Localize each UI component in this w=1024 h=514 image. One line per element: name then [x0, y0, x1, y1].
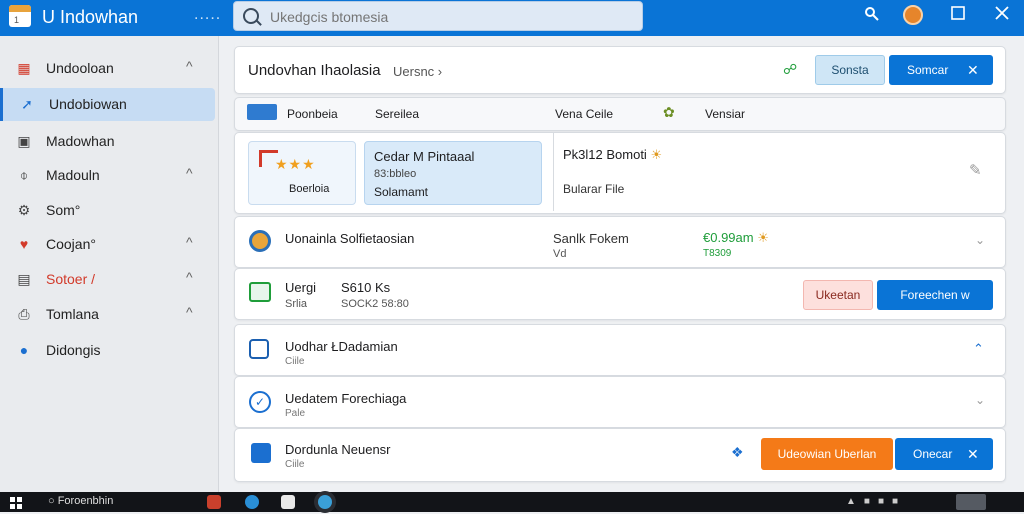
list-item[interactable]: Uodhar ŁDadamian Ciile ⌃ — [234, 324, 1006, 376]
heart-icon: ♥ — [19, 236, 29, 252]
rating-tile[interactable]: ★★★ Boerloia — [248, 141, 356, 205]
chevron-up-icon[interactable]: ⌃ — [973, 341, 984, 357]
star-rating: ★★★ — [275, 156, 316, 172]
somcar-button[interactable]: Somcar ✕ — [889, 55, 993, 85]
pencil-icon[interactable]: ✎ — [969, 161, 982, 179]
chevron-up-icon[interactable]: ^ — [186, 304, 193, 320]
key-icon[interactable] — [858, 4, 886, 28]
sidebar-item-madowhan[interactable]: ▣ Madowhan — [0, 125, 212, 158]
tab-vena-ceile[interactable]: Vena Ceile — [555, 107, 613, 121]
tray-icons[interactable]: ▲■■■ — [846, 496, 906, 507]
sidebar-item-undobiowan[interactable]: ➚ Undobiowan — [0, 88, 215, 121]
column-header-row: Poonbeia Sereilea Vena Ceile ✿ Vensiar — [234, 97, 1006, 131]
windows-start-icon[interactable] — [10, 496, 22, 509]
onecar-button[interactable]: Onecar ✕ — [895, 438, 993, 470]
gear-icon: ⚙ — [17, 202, 31, 218]
title-bar: 1 U Indowhan ..... — [0, 0, 1024, 36]
badge-icon — [249, 230, 271, 252]
sidebar-item-didongis[interactable]: ● Didongis — [0, 334, 212, 367]
highlight-tile[interactable]: Cedar M Pintaaal 83:bbleo Solamamt — [364, 141, 542, 205]
breadcrumb[interactable]: Uersnc › — [393, 64, 442, 79]
amount-value: €0.99am ☀ — [703, 230, 769, 245]
row-title: Uedatem Forechiaga — [285, 391, 407, 406]
sidebar-item-madouln[interactable]: ⌽ Madouln ^ — [0, 159, 212, 192]
divider — [553, 133, 554, 211]
file-icon[interactable] — [281, 495, 295, 509]
browser-icon[interactable] — [245, 495, 259, 509]
header-card: Undovhan Ihaolasia Uersnc › ☍ Sonsta Som… — [234, 46, 1006, 94]
taskbar-search[interactable]: ○ Foroenbhin — [48, 495, 113, 507]
tab-vensiar[interactable]: Vensiar — [705, 107, 745, 121]
ukeetan-button[interactable]: Ukeetan — [803, 280, 873, 310]
app-logo: 1 — [9, 5, 31, 27]
tab-poonbeia[interactable]: Poonbeia — [287, 107, 338, 121]
list-item[interactable]: ✓ Uedatem Forechiaga Pale ⌄ — [234, 376, 1006, 428]
bag-icon: ▤ — [17, 271, 31, 287]
sidebar-item-coojan[interactable]: ♥ Coojan° ^ — [0, 228, 212, 261]
sidebar-item-undooloan[interactable]: ▦ Undooloan ^ — [0, 52, 212, 85]
table-icon — [247, 104, 277, 120]
close-icon[interactable]: ✕ — [967, 55, 979, 85]
app-title: U Indowhan — [42, 7, 139, 27]
chevron-up-icon[interactable]: ^ — [186, 269, 193, 285]
ticket-icon — [249, 282, 271, 302]
chevron-up-icon[interactable]: ^ — [186, 58, 193, 74]
pin-icon: ➚ — [21, 96, 33, 112]
clock[interactable] — [956, 494, 986, 510]
list-item[interactable]: Uonainla Solfietaosian Sanlk Fokem Vd €0… — [234, 216, 1006, 268]
sun-icon: ☀ — [757, 230, 769, 245]
sonsta-button[interactable]: Sonsta — [815, 55, 885, 85]
list-item[interactable]: Dordunla Neuensr Ciile ❖ Udeowian Uberla… — [234, 428, 1006, 482]
info-title: Pk3l12 Bomoti ☀ — [563, 147, 663, 162]
udeowian-button[interactable]: Udeowian Uberlan — [761, 438, 893, 470]
grid-icon: ▦ — [17, 60, 31, 76]
title-menu-dots[interactable]: ..... — [194, 6, 221, 24]
tab-sereilea[interactable]: Sereilea — [375, 107, 419, 121]
app-icon[interactable] — [207, 495, 221, 509]
taskbar: ○ Foroenbhin ▲■■■ — [0, 492, 1024, 512]
close-icon[interactable] — [988, 4, 1016, 28]
maximize-icon[interactable] — [944, 4, 972, 28]
chevron-up-icon[interactable]: ^ — [186, 234, 193, 250]
search-input[interactable] — [268, 2, 632, 32]
close-icon[interactable]: ✕ — [967, 438, 979, 470]
sidebar: ▦ Undooloan ^ ➚ Undobiowan ▣ Madowhan ⌽ … — [0, 36, 219, 492]
page-title: Undovhan Ihaolasia — [248, 62, 381, 79]
list-item[interactable]: Uergi S610 Ks Srlia SOCK2 58:80 Ukeetan … — [234, 268, 1006, 320]
feature-card: ★★★ Boerloia Cedar M Pintaaal 83:bbleo S… — [234, 132, 1006, 214]
download-icon: ⌽ — [19, 167, 29, 183]
sun-icon: ☀ — [650, 147, 663, 162]
search-box[interactable] — [233, 1, 643, 32]
tag-icon[interactable]: ❖ — [731, 444, 744, 461]
chat-icon: ● — [19, 342, 29, 358]
sidebar-item-sotoer[interactable]: ▤ Sotoer / ^ — [0, 263, 212, 296]
chevron-up-icon[interactable]: ^ — [186, 165, 193, 181]
search-icon — [243, 8, 259, 24]
active-app-icon[interactable] — [318, 495, 332, 509]
foreechen-button[interactable]: Foreechen w — [877, 280, 993, 310]
check-icon: ✓ — [249, 391, 271, 413]
printer-icon: ⎙ — [18, 306, 30, 322]
link-icon[interactable]: ☍ — [783, 61, 797, 78]
folder-icon — [251, 443, 271, 463]
sidebar-item-tomlana[interactable]: ⎙ Tomlana ^ — [0, 298, 212, 331]
shield-icon — [249, 339, 269, 359]
chevron-down-icon[interactable]: ⌄ — [975, 233, 985, 247]
sidebar-item-som[interactable]: ⚙ Som° — [0, 194, 212, 227]
leaf-icon: ✿ — [663, 104, 675, 120]
avatar-icon[interactable] — [903, 5, 923, 25]
chevron-down-icon[interactable]: ⌄ — [975, 393, 985, 407]
lock-icon: ▣ — [17, 133, 31, 149]
